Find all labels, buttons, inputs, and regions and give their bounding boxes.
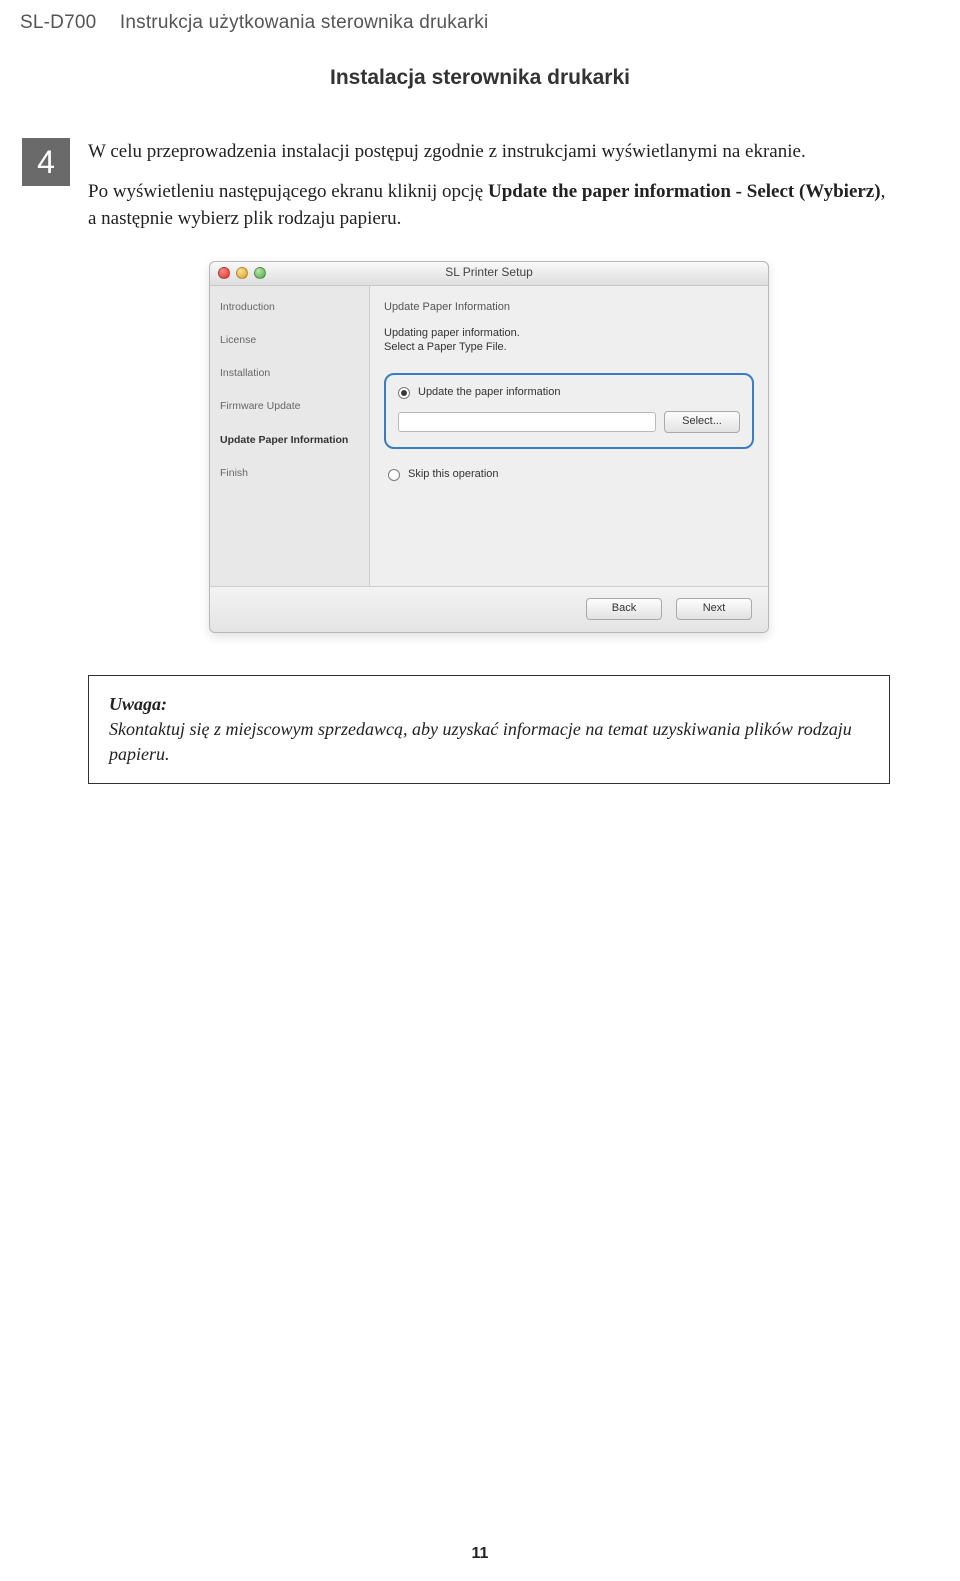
page-number: 11 [0, 1545, 960, 1563]
pane-header: Update Paper Information [384, 300, 754, 316]
back-button[interactable]: Back [586, 598, 662, 620]
step-4: 4 W celu przeprowadzenia instalacji post… [70, 138, 890, 784]
section-title: Instalacja sterownika drukarki [70, 66, 890, 90]
dialog-footer: Back Next [210, 586, 768, 632]
paper-file-path-input[interactable] [398, 412, 656, 432]
sidebar-item-update-paper-info: Update Paper Information [220, 433, 359, 448]
window-controls[interactable] [218, 267, 266, 279]
highlighted-option-box: Update the paper information Select... [384, 373, 754, 449]
sidebar-item-finish: Finish [220, 466, 359, 481]
zoom-icon[interactable] [254, 267, 266, 279]
option-update-paper-info[interactable]: Update the paper information [398, 385, 740, 401]
sidebar-item-firmware-update: Firmware Update [220, 399, 359, 414]
option-skip-operation[interactable]: Skip this operation [388, 467, 754, 483]
sidebar-item-introduction: Introduction [220, 300, 359, 315]
option-update-label: Update the paper information [418, 385, 560, 401]
installer-pane: Update Paper Information Updating paper … [370, 286, 768, 586]
note-text: Skontaktuj się z miejscowym sprzedawcą, … [109, 717, 869, 767]
radio-selected-icon[interactable] [398, 387, 410, 399]
pane-subtext: Updating paper information. Select a Pap… [384, 326, 754, 356]
close-icon[interactable] [218, 267, 230, 279]
radio-unselected-icon[interactable] [388, 469, 400, 481]
titlebar: SL Printer Setup [210, 262, 768, 286]
doc-title: Instrukcja użytkowania sterownika drukar… [120, 12, 489, 33]
sidebar-item-installation: Installation [220, 366, 359, 381]
step-para-2: Po wyświetleniu następującego ekranu kli… [88, 178, 890, 233]
note-title: Uwaga: [109, 692, 869, 717]
installer-sidebar: Introduction License Installation Firmwa… [210, 286, 370, 586]
step-number-badge: 4 [22, 138, 70, 186]
step-para-1: W celu przeprowadzenia instalacji postęp… [88, 138, 890, 166]
installer-dialog: SL Printer Setup Introduction License In… [209, 261, 769, 633]
select-button[interactable]: Select... [664, 411, 740, 433]
sidebar-item-license: License [220, 333, 359, 348]
step-body: W celu przeprowadzenia instalacji postęp… [88, 138, 890, 784]
running-header: SL-D700 Instrukcja użytkowania sterownik… [20, 12, 890, 34]
next-button[interactable]: Next [676, 598, 752, 620]
note-box: Uwaga: Skontaktuj się z miejscowym sprze… [88, 675, 890, 785]
window-title: SL Printer Setup [445, 264, 533, 281]
minimize-icon[interactable] [236, 267, 248, 279]
option-skip-label: Skip this operation [408, 467, 499, 483]
model-code: SL-D700 [20, 12, 96, 33]
